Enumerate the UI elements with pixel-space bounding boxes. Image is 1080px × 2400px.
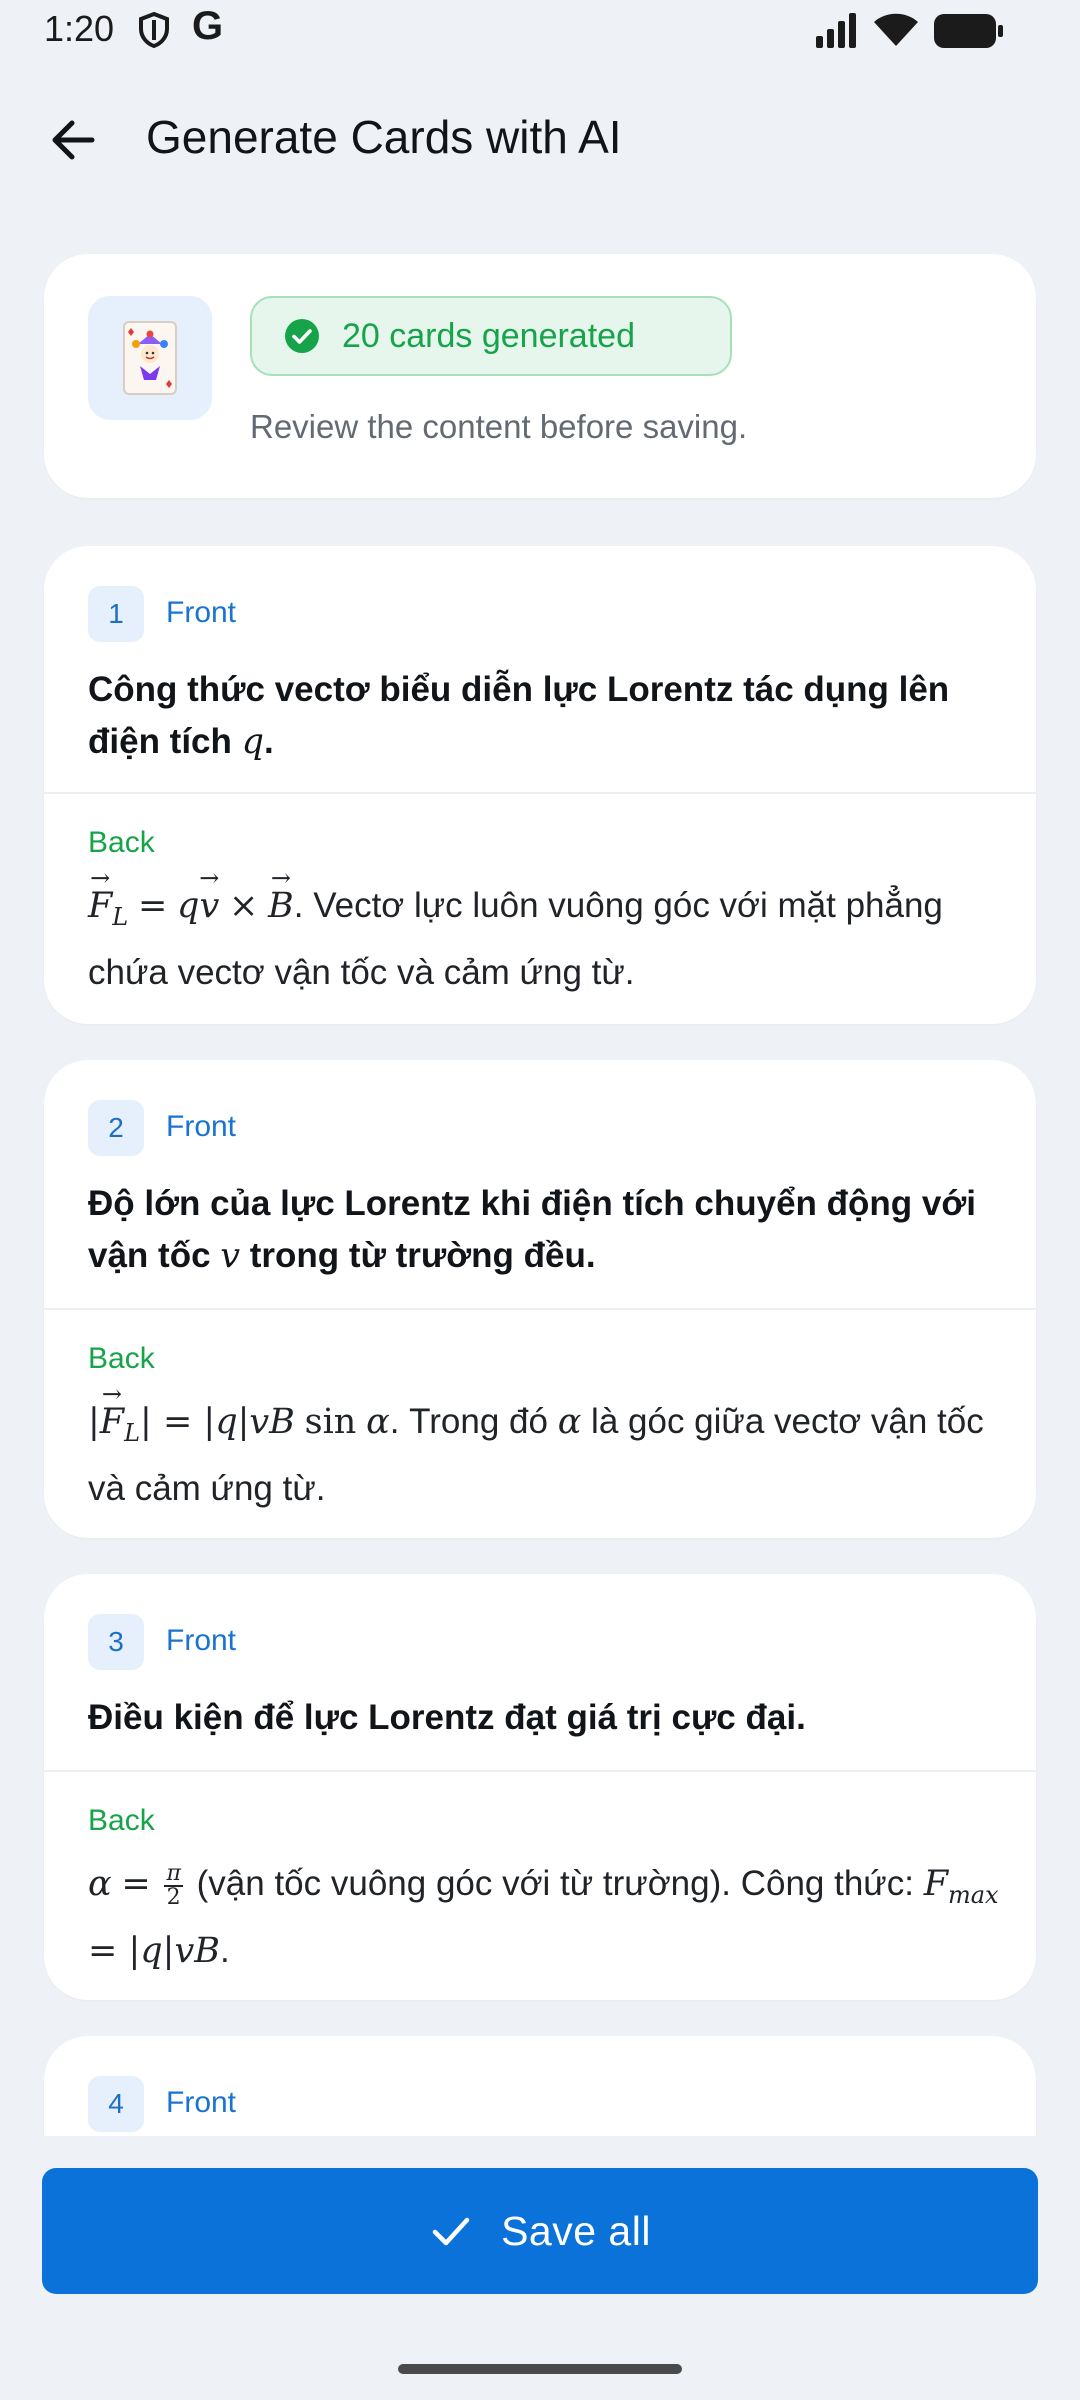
card-number: 2 [88, 1100, 144, 1156]
card-number: 4 [88, 2076, 144, 2132]
flashcard-3[interactable]: 3 Front Điều kiện để lực Lorentz đạt giá… [44, 1574, 1036, 2000]
arrow-left-icon[interactable] [40, 106, 108, 174]
front-text: Công thức vectơ biểu diễn lực Lorentz tá… [88, 670, 950, 762]
check-circle-icon [285, 319, 319, 353]
flashcard-1[interactable]: 1 Front Công thức vectơ biểu diễn lực Lo… [44, 546, 1036, 1024]
google-icon: G [192, 4, 224, 48]
shield-icon [139, 12, 169, 48]
wifi-icon [874, 13, 918, 46]
joker-card-icon [88, 296, 212, 420]
save-all-button[interactable]: Save all [42, 2168, 1038, 2294]
back-label: Back [88, 1804, 155, 1837]
divider [44, 792, 1036, 794]
back-text: α = π2 (vận tốc vuông góc với từ trường)… [88, 1860, 999, 1971]
check-icon [432, 2217, 470, 2246]
app-bar: Generate Cards with AI [0, 80, 1080, 200]
divider [44, 1308, 1036, 1310]
front-text: Độ lớn của lực Lorentz khi điện tích chu… [88, 1184, 976, 1276]
badge-label: 20 cards generated [342, 316, 635, 355]
card-number: 3 [88, 1614, 144, 1670]
cards-generated-badge: 20 cards generated [250, 296, 732, 376]
divider [44, 1770, 1036, 1772]
home-indicator[interactable] [398, 2364, 682, 2374]
status-bar: 1:20 G [0, 0, 1080, 64]
status-time: 1:20 [44, 8, 115, 49]
page-title: Generate Cards with AI [146, 111, 622, 163]
card-number: 1 [88, 586, 144, 642]
front-label: Front [166, 1624, 237, 1657]
back-text: |FL| = |q|vB sin α. Trong đó α là góc gi… [88, 1394, 1008, 1517]
summary-card: 20 cards generated Review the content be… [44, 254, 1036, 498]
front-label: Front [166, 596, 237, 629]
front-label: Front [166, 2086, 237, 2119]
summary-subtitle: Review the content before saving. [250, 408, 748, 445]
front-label: Front [166, 1110, 237, 1143]
flashcard-2[interactable]: 2 Front Độ lớn của lực Lorentz khi điện … [44, 1060, 1036, 1538]
back-text: FL = qv × B. Vectơ lực luôn vuông góc vớ… [88, 878, 1008, 1001]
front-text: Điều kiện để lực Lorentz đạt giá trị cực… [88, 1698, 806, 1737]
signal-icon [816, 13, 856, 48]
battery-icon [934, 14, 1003, 48]
save-all-label: Save all [501, 2207, 651, 2254]
